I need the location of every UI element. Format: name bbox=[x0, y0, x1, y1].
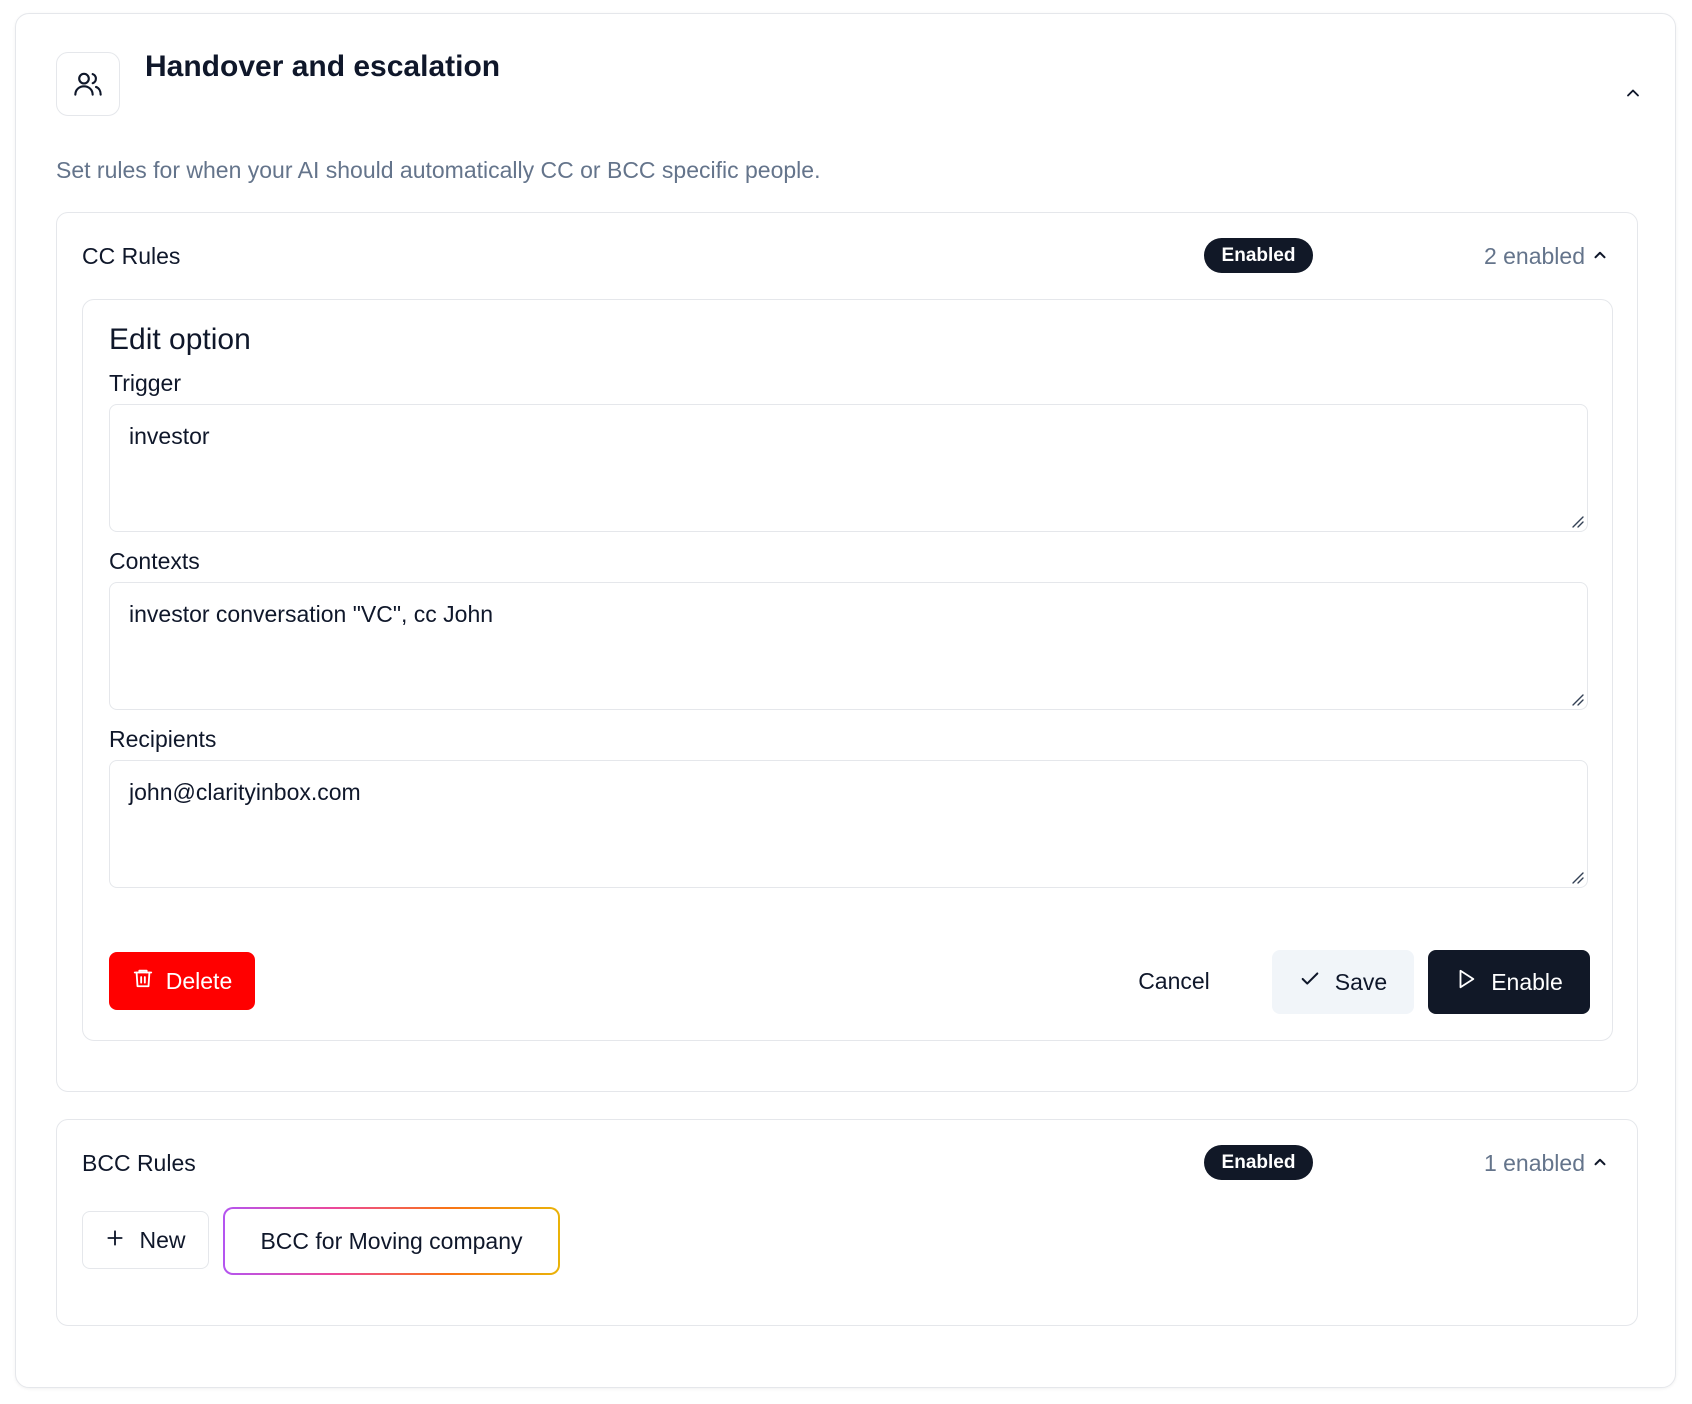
save-label: Save bbox=[1334, 968, 1388, 995]
check-icon bbox=[1299, 968, 1321, 996]
new-rule-button[interactable]: New bbox=[82, 1211, 209, 1269]
handover-escalation-card: Handover and escalation Set rules for wh… bbox=[15, 13, 1676, 1388]
cc-rules-section: CC Rules Enabled 2 enabled Edit option T… bbox=[56, 212, 1638, 1092]
bcc-rule-label: BCC for Moving company bbox=[225, 1209, 558, 1273]
trigger-value: investor bbox=[129, 423, 210, 449]
trash-icon bbox=[132, 967, 154, 995]
recipients-value: john@clarityinbox.com bbox=[129, 779, 361, 805]
resize-grip-icon[interactable] bbox=[1570, 514, 1584, 528]
status-badge: Enabled bbox=[1204, 238, 1313, 273]
chevron-up-icon[interactable] bbox=[1618, 78, 1648, 108]
enable-label: Enable bbox=[1491, 968, 1563, 995]
enable-button[interactable]: Enable bbox=[1428, 950, 1590, 1014]
resize-grip-icon[interactable] bbox=[1570, 870, 1584, 884]
cancel-button[interactable]: Cancel bbox=[1119, 950, 1229, 1012]
bcc-rules-count-toggle[interactable]: 1 enabled bbox=[1484, 1150, 1609, 1177]
status-badge: Enabled bbox=[1204, 1145, 1313, 1180]
bcc-rules-count: 1 enabled bbox=[1483, 1150, 1585, 1176]
cc-rules-count: 2 enabled bbox=[1483, 243, 1585, 269]
edit-option-title: Edit option bbox=[109, 323, 251, 356]
play-icon bbox=[1455, 968, 1477, 996]
plus-icon bbox=[105, 1227, 125, 1254]
bcc-rule-chip[interactable]: BCC for Moving company bbox=[223, 1207, 560, 1275]
cc-rules-count-toggle[interactable]: 2 enabled bbox=[1484, 243, 1609, 270]
trigger-field[interactable]: investor bbox=[109, 404, 1588, 532]
recipients-label: Recipients bbox=[109, 726, 217, 752]
chevron-up-icon bbox=[1591, 1150, 1609, 1177]
new-label: New bbox=[139, 1226, 186, 1253]
delete-button[interactable]: Delete bbox=[109, 952, 255, 1010]
contexts-label: Contexts bbox=[109, 548, 200, 574]
bcc-rules-title: BCC Rules bbox=[82, 1150, 196, 1176]
edit-option-panel: Edit option Trigger investor Contexts in… bbox=[82, 299, 1613, 1041]
section-description: Set rules for when your AI should automa… bbox=[56, 157, 821, 183]
delete-label: Delete bbox=[165, 967, 233, 994]
bcc-rules-section: BCC Rules Enabled 1 enabled New BCC for … bbox=[56, 1119, 1638, 1326]
trigger-label: Trigger bbox=[109, 370, 181, 396]
resize-grip-icon[interactable] bbox=[1570, 692, 1584, 706]
users-icon bbox=[56, 52, 120, 116]
recipients-field[interactable]: john@clarityinbox.com bbox=[109, 760, 1588, 888]
chevron-up-icon bbox=[1591, 243, 1609, 270]
contexts-value: investor conversation "VC", cc John bbox=[129, 601, 494, 627]
cc-rules-title: CC Rules bbox=[82, 243, 181, 269]
contexts-field[interactable]: investor conversation "VC", cc John bbox=[109, 582, 1588, 710]
save-button[interactable]: Save bbox=[1272, 950, 1414, 1014]
page-title: Handover and escalation bbox=[145, 50, 501, 83]
